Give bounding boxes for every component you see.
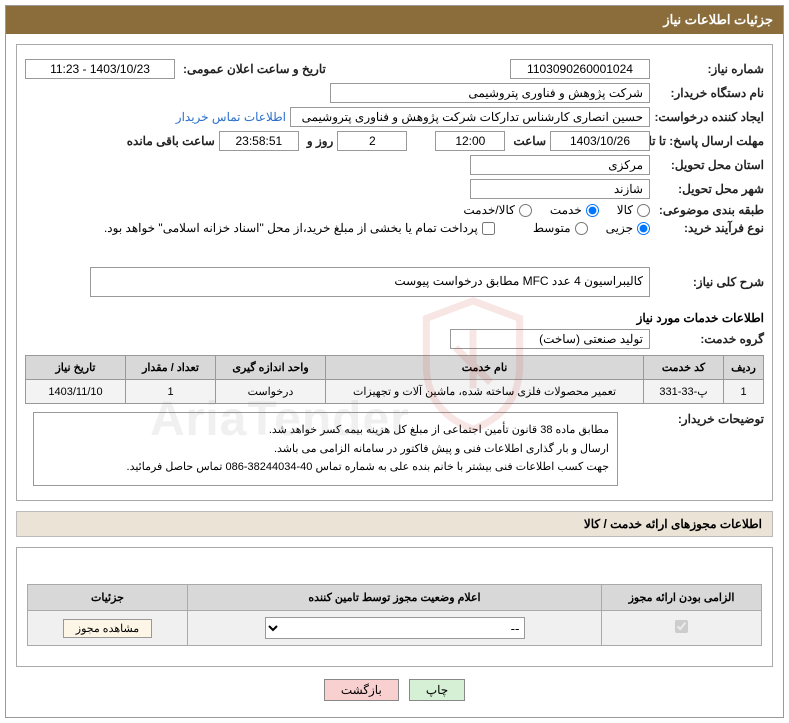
- requester-label: ایجاد کننده درخواست:: [654, 110, 764, 124]
- remain-time-field: 23:58:51: [219, 131, 299, 151]
- th-status: اعلام وضعیت مجوز توسط تامین کننده: [188, 585, 602, 611]
- table-row: 1 پ-33-331 تعمیر محصولات فلزی ساخته شده،…: [26, 380, 764, 404]
- form-section: شماره نیاز: 1103090260001024 تاریخ و ساع…: [16, 44, 773, 501]
- days-field: 2: [337, 131, 407, 151]
- days-and-label: روز و: [303, 134, 334, 148]
- buyer-org-label: نام دستگاه خریدار:: [654, 86, 764, 100]
- services-table: ردیف کد خدمت نام خدمت واحد اندازه گیری ت…: [25, 355, 764, 404]
- city-label: شهر محل تحویل:: [654, 182, 764, 196]
- buyer-note-label: توضیحات خریدار:: [664, 404, 764, 426]
- license-table: الزامی بودن ارائه مجوز اعلام وضعیت مجوز …: [27, 584, 762, 646]
- radio-goods-label: کالا: [617, 203, 633, 217]
- cell-code: پ-33-331: [644, 380, 724, 404]
- buyer-contact-link[interactable]: اطلاعات تماس خریدار: [176, 110, 286, 124]
- buyer-note-line3: جهت کسب اطلاعات فنی بیشتر با خانم بنده ع…: [42, 458, 609, 477]
- deadline-label: مهلت ارسال پاسخ: تا تاریخ:: [654, 134, 764, 148]
- license-status-select[interactable]: --: [265, 617, 525, 639]
- deadline-date-field: 1403/10/26: [550, 131, 650, 151]
- cell-unit: درخواست: [216, 380, 326, 404]
- back-button[interactable]: بازگشت: [324, 679, 399, 701]
- license-section: الزامی بودن ارائه مجوز اعلام وضعیت مجوز …: [16, 547, 773, 667]
- category-radio-group: کالا خدمت کالا/خدمت: [463, 203, 650, 217]
- treasury-checkbox[interactable]: پرداخت تمام یا بخشی از مبلغ خرید،از محل …: [104, 221, 495, 235]
- view-license-button[interactable]: مشاهده مجوز: [63, 619, 152, 638]
- cell-date: 1403/11/10: [26, 380, 126, 404]
- license-row: -- مشاهده مجوز: [28, 611, 762, 646]
- button-row: چاپ بازگشت: [6, 679, 783, 701]
- radio-partial[interactable]: جزیی: [606, 221, 650, 235]
- province-field: مرکزی: [470, 155, 650, 175]
- announce-label: تاریخ و ساعت اعلان عمومی:: [179, 62, 326, 76]
- license-required-checkbox: [675, 620, 688, 633]
- buyer-note-line2: ارسال و بار گذاری اطلاعات فنی و پیش فاکت…: [42, 440, 609, 459]
- th-qty: تعداد / مقدار: [126, 356, 216, 380]
- remain-label: ساعت باقی مانده: [123, 134, 215, 148]
- th-name: نام خدمت: [326, 356, 644, 380]
- service-group-field: تولید صنعتی (ساخت): [450, 329, 650, 349]
- summary-box: کالیبراسیون 4 عدد MFC مطابق درخواست پیوس…: [90, 267, 650, 297]
- buyer-note-box: مطابق ماده 38 قانون تأمین اجتماعی از مبل…: [33, 412, 618, 486]
- print-button[interactable]: چاپ: [409, 679, 465, 701]
- city-field: شازند: [470, 179, 650, 199]
- services-info-heading: اطلاعات خدمات مورد نیاز: [25, 311, 764, 325]
- cell-qty: 1: [126, 380, 216, 404]
- page-header: جزئیات اطلاعات نیاز: [6, 6, 783, 34]
- province-label: استان محل تحویل:: [654, 158, 764, 172]
- process-label: نوع فرآیند خرید:: [654, 221, 764, 235]
- main-container: جزئیات اطلاعات نیاز شماره نیاز: 11030902…: [5, 5, 784, 718]
- th-row: ردیف: [724, 356, 764, 380]
- service-group-label: گروه خدمت:: [654, 332, 764, 346]
- license-required-cell: [602, 611, 762, 646]
- need-number-field: 1103090260001024: [510, 59, 650, 79]
- buyer-org-field: شرکت پژوهش و فناوری پتروشیمی: [330, 83, 650, 103]
- process-radio-group: جزیی متوسط: [533, 221, 650, 235]
- th-date: تاریخ نیاز: [26, 356, 126, 380]
- radio-partial-label: جزیی: [606, 221, 633, 235]
- summary-label: شرح کلی نیاز:: [654, 275, 764, 289]
- treasury-note-label: پرداخت تمام یا بخشی از مبلغ خرید،از محل …: [104, 221, 478, 235]
- radio-goods[interactable]: کالا: [617, 203, 650, 217]
- category-label: طبقه بندی موضوعی:: [654, 203, 764, 217]
- requester-field: حسین انصاری کارشناس تدارکات شرکت پژوهش و…: [290, 107, 650, 127]
- deadline-time-field: 12:00: [435, 131, 505, 151]
- radio-both[interactable]: کالا/خدمت: [463, 203, 531, 217]
- th-details: جزئیات: [28, 585, 188, 611]
- radio-service-label: خدمت: [550, 203, 582, 217]
- need-number-label: شماره نیاز:: [654, 62, 764, 76]
- th-code: کد خدمت: [644, 356, 724, 380]
- cell-row: 1: [724, 380, 764, 404]
- cell-name: تعمیر محصولات فلزی ساخته شده، ماشین آلات…: [326, 380, 644, 404]
- buyer-note-line1: مطابق ماده 38 قانون تأمین اجتماعی از مبل…: [42, 421, 609, 440]
- radio-medium[interactable]: متوسط: [533, 221, 588, 235]
- radio-medium-label: متوسط: [533, 221, 571, 235]
- license-status-cell: --: [188, 611, 602, 646]
- announce-field: 1403/10/23 - 11:23: [25, 59, 175, 79]
- radio-service[interactable]: خدمت: [550, 203, 599, 217]
- license-details-cell: مشاهده مجوز: [28, 611, 188, 646]
- th-unit: واحد اندازه گیری: [216, 356, 326, 380]
- th-required: الزامی بودن ارائه مجوز: [602, 585, 762, 611]
- time-label: ساعت: [509, 134, 546, 148]
- license-section-title: اطلاعات مجوزهای ارائه خدمت / کالا: [16, 511, 773, 537]
- radio-both-label: کالا/خدمت: [463, 203, 514, 217]
